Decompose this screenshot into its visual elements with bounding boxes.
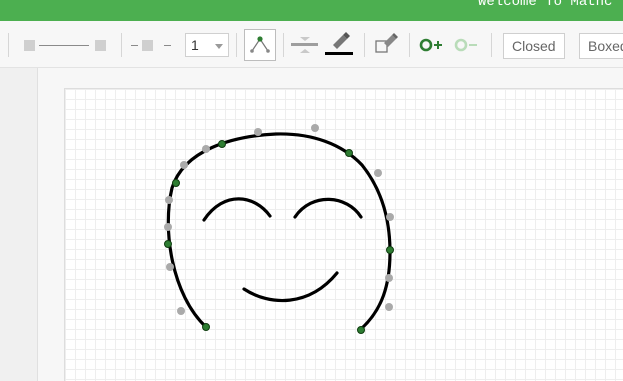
control-handle[interactable] (254, 128, 262, 136)
mouth-curve[interactable] (242, 271, 339, 303)
anchor-point[interactable] (202, 323, 210, 331)
control-handle[interactable] (311, 124, 319, 132)
control-handle[interactable] (165, 196, 173, 204)
anchor-point[interactable] (386, 246, 394, 254)
control-handle[interactable] (385, 274, 393, 282)
anchor-point[interactable] (218, 140, 226, 148)
control-handle[interactable] (386, 213, 394, 221)
anchor-point[interactable] (345, 149, 353, 157)
anchor-point[interactable] (164, 240, 172, 248)
control-handle[interactable] (166, 263, 174, 271)
control-handle[interactable] (180, 161, 188, 169)
anchor-point[interactable] (172, 179, 180, 187)
anchor-point[interactable] (357, 326, 365, 334)
control-handle[interactable] (202, 145, 210, 153)
control-handle[interactable] (164, 223, 172, 231)
control-handle[interactable] (177, 307, 185, 315)
control-handle[interactable] (374, 169, 382, 177)
drawing-layer[interactable] (0, 0, 623, 381)
control-handle[interactable] (385, 303, 393, 311)
left-eye-curve[interactable] (202, 197, 272, 222)
right-eye-curve[interactable] (293, 197, 363, 219)
